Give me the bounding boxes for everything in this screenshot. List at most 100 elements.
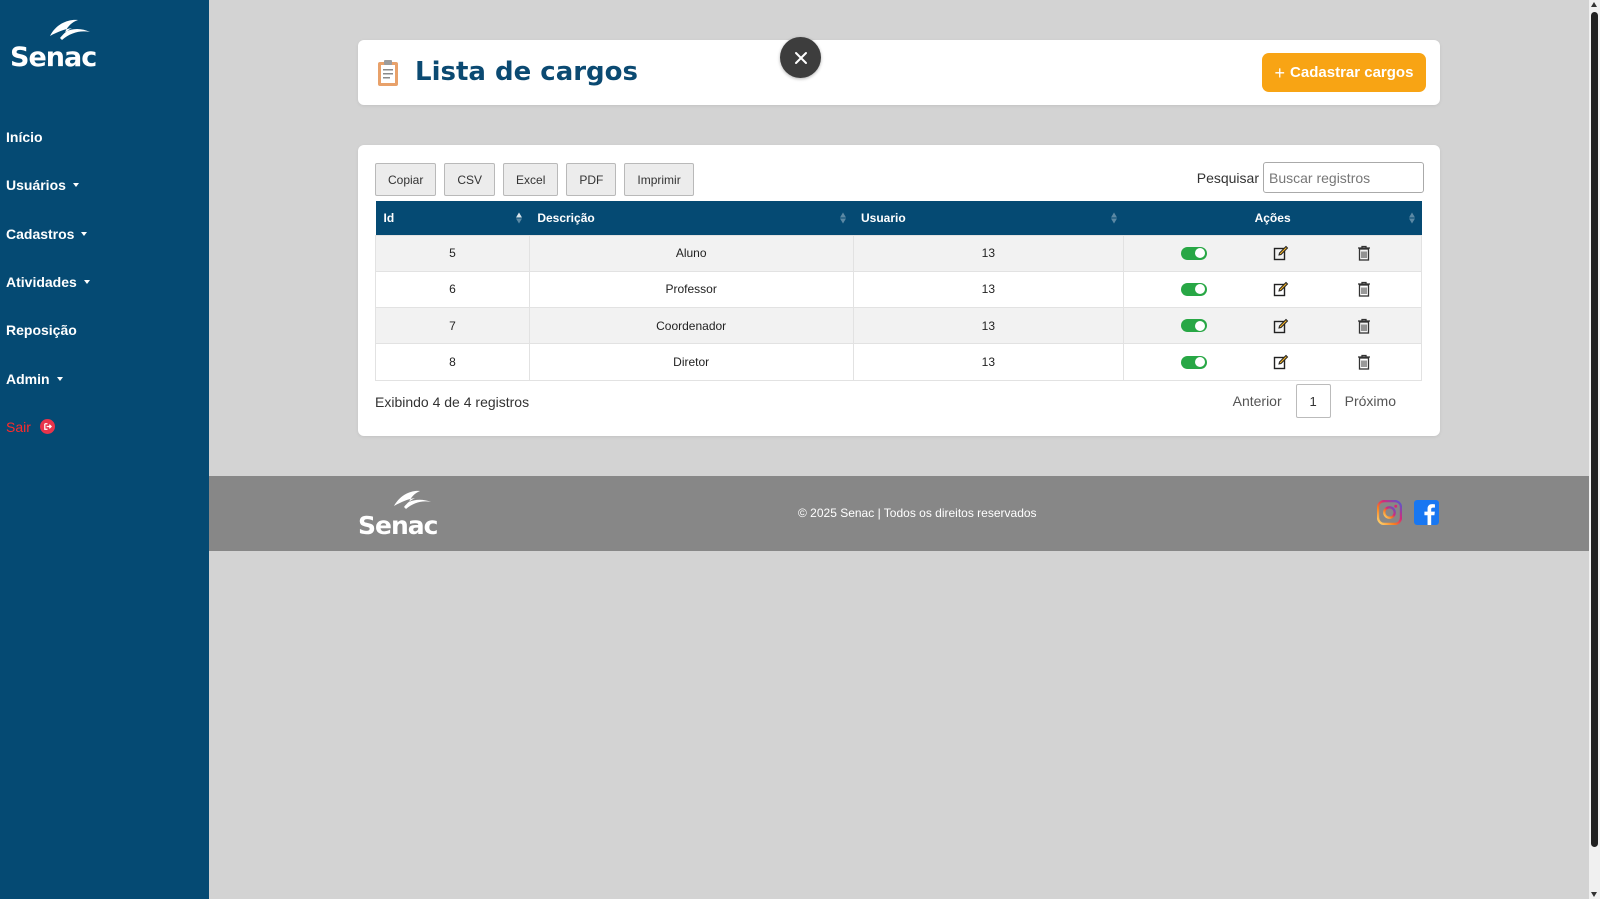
status-toggle[interactable]	[1180, 355, 1207, 369]
cell-actions	[1123, 307, 1422, 345]
previous-page-button[interactable]: Anterior	[1219, 393, 1296, 409]
pdf-button[interactable]: PDF	[566, 163, 617, 196]
column-header-id[interactable]: Id	[376, 201, 530, 235]
cell-actions	[1123, 343, 1422, 381]
status-toggle[interactable]	[1180, 282, 1207, 296]
cell-descricao: Professor	[528, 270, 854, 309]
search-label: Pesquisar	[1196, 169, 1259, 186]
sidebar-item-reposicao[interactable]: Reposição	[6, 306, 90, 354]
sidebar-item-label: Atividades	[6, 274, 77, 291]
table-info: Exibindo 4 de 4 registros	[375, 394, 530, 410]
pagination: Anterior 1 Próximo	[1219, 384, 1410, 418]
senac-logo: Senac	[358, 488, 444, 540]
next-page-button[interactable]: Próximo	[1331, 393, 1410, 409]
copyright-text: © 2025 Senac | Todos os direitos reserva…	[798, 506, 1037, 520]
trash-icon[interactable]	[1355, 280, 1373, 298]
status-toggle[interactable]	[1180, 319, 1207, 333]
table-row: 8 Diretor 13	[375, 343, 1422, 381]
plus-icon: +	[1274, 62, 1286, 83]
sidebar-item-atividades[interactable]: Atividades	[6, 258, 90, 306]
excel-button[interactable]: Excel	[503, 163, 559, 196]
cell-usuario: 13	[852, 234, 1125, 272]
sort-icon	[1408, 212, 1415, 224]
page-number-button[interactable]: 1	[1295, 384, 1331, 418]
column-header-label: Usuario	[861, 210, 906, 225]
sidebar-item-admin[interactable]: Admin	[6, 354, 90, 402]
caret-down-icon	[83, 280, 90, 285]
edit-icon[interactable]	[1272, 280, 1290, 298]
search: Pesquisar	[1197, 162, 1424, 193]
sidebar-item-label: Sair	[6, 418, 31, 435]
table-card: Copiar CSV Excel PDF Imprimir Pesquisar …	[358, 145, 1440, 436]
add-cargo-button[interactable]: + Cadastrar cargos	[1262, 53, 1426, 92]
sort-icon	[516, 212, 523, 224]
sidebar-item-label: Início	[6, 129, 43, 146]
column-header-acoes[interactable]: Ações	[1124, 201, 1422, 235]
sidebar-item-label: Reposição	[6, 322, 77, 339]
sort-icon	[840, 212, 846, 224]
caret-down-icon	[56, 376, 63, 381]
column-header-label: Ações	[1254, 210, 1291, 225]
cell-descricao: Aluno	[528, 234, 854, 272]
sidebar-item-label: Admin	[6, 370, 50, 387]
sidebar-item-sair[interactable]: Sair	[6, 403, 90, 451]
status-toggle[interactable]	[1180, 246, 1207, 260]
trash-icon[interactable]	[1355, 353, 1373, 371]
sidebar: Senac Início Usuários Cadastros Atividad…	[0, 0, 209, 899]
footer: Senac © 2025 Senac | Todos os direitos r…	[209, 476, 1589, 551]
caret-down-icon	[81, 231, 88, 236]
sidebar-item-inicio[interactable]: Início	[6, 113, 90, 161]
svg-text:Senac: Senac	[10, 42, 96, 72]
cargos-table: Id Descrição Usuario Ações 5 Aluno 13 6 …	[375, 201, 1422, 381]
trash-icon[interactable]	[1355, 317, 1373, 335]
sort-icon	[1110, 212, 1117, 224]
cell-descricao: Diretor	[528, 343, 854, 381]
clipboard-icon	[377, 59, 399, 87]
edit-icon[interactable]	[1272, 317, 1290, 335]
edit-icon[interactable]	[1272, 244, 1290, 262]
close-icon	[794, 51, 807, 64]
column-header-label: Descrição	[537, 210, 595, 225]
cell-descricao: Coordenador	[528, 307, 854, 345]
sidebar-item-cadastros[interactable]: Cadastros	[6, 210, 90, 258]
cell-id: 8	[375, 343, 530, 381]
column-header-descricao[interactable]: Descrição	[529, 201, 853, 235]
search-input[interactable]	[1263, 162, 1424, 193]
table-header-row: Id Descrição Usuario Ações	[375, 201, 1422, 235]
column-header-usuario[interactable]: Usuario	[853, 201, 1124, 235]
scroll-down-icon[interactable]	[1591, 892, 1597, 897]
senac-logo[interactable]: Senac	[10, 16, 102, 73]
cell-id: 5	[375, 234, 530, 272]
page-header: Lista de cargos + Cadastrar cargos	[358, 40, 1440, 105]
table-row: 7 Coordenador 13	[375, 307, 1422, 345]
facebook-icon[interactable]	[1414, 500, 1439, 525]
export-toolbar: Copiar CSV Excel PDF Imprimir	[375, 163, 694, 196]
table-row: 5 Aluno 13	[375, 234, 1422, 272]
social-links	[1376, 499, 1439, 526]
table-row: 6 Professor 13	[375, 270, 1422, 309]
cell-id: 7	[375, 307, 530, 345]
scroll-up-icon[interactable]	[1591, 2, 1597, 7]
table-body: 5 Aluno 13 6 Professor 13 7 Coordenador …	[375, 234, 1422, 381]
cell-actions	[1123, 234, 1422, 272]
svg-text:Senac: Senac	[358, 511, 438, 538]
instagram-icon[interactable]	[1376, 499, 1403, 526]
scroll-thumb[interactable]	[1591, 12, 1598, 847]
sidebar-item-usuarios[interactable]: Usuários	[6, 161, 90, 209]
sidebar-item-label: Usuários	[6, 177, 66, 194]
exit-icon	[39, 419, 55, 435]
close-button[interactable]	[780, 37, 821, 78]
print-button[interactable]: Imprimir	[624, 163, 694, 196]
cell-usuario: 13	[852, 270, 1125, 309]
cell-actions	[1123, 270, 1422, 309]
edit-icon[interactable]	[1272, 353, 1290, 371]
trash-icon[interactable]	[1355, 244, 1373, 262]
copy-button[interactable]: Copiar	[375, 163, 437, 196]
csv-button[interactable]: CSV	[444, 163, 496, 196]
add-cargo-button-label: Cadastrar cargos	[1290, 64, 1414, 81]
page-scrollbar[interactable]	[1589, 0, 1600, 899]
caret-down-icon	[72, 183, 79, 188]
page-title: Lista de cargos	[415, 57, 639, 87]
cell-usuario: 13	[852, 343, 1125, 381]
cell-id: 6	[375, 270, 530, 309]
